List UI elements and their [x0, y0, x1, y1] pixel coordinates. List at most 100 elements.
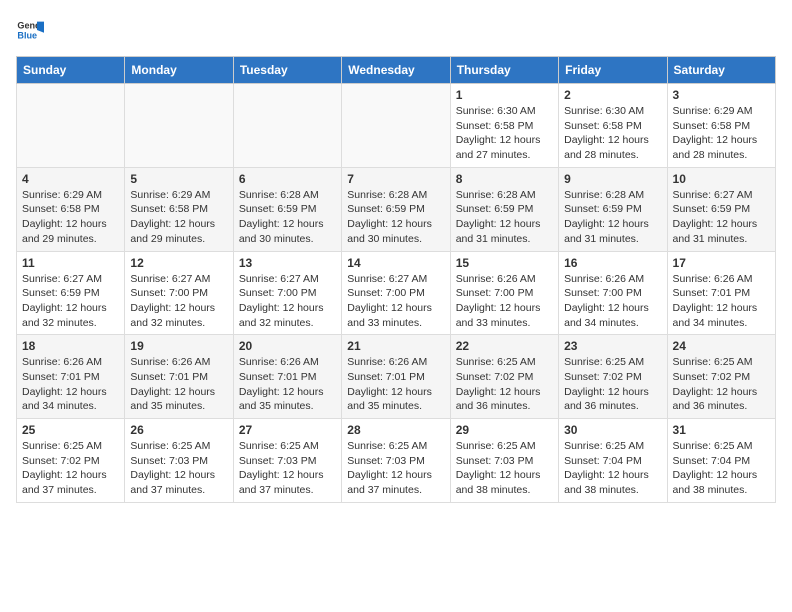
day-number: 9 [564, 172, 661, 186]
day-info: Sunrise: 6:29 AM Sunset: 6:58 PM Dayligh… [130, 188, 227, 247]
day-cell: 23Sunrise: 6:25 AM Sunset: 7:02 PM Dayli… [559, 335, 667, 419]
day-cell: 2 Sunrise: 6:30 AM Sunset: 6:58 PM Daylig… [559, 84, 667, 168]
day-number: 22 [456, 339, 553, 353]
day-cell [17, 84, 125, 168]
day-info: Sunrise: 6:26 AM Sunset: 7:00 PM Dayligh… [564, 272, 661, 331]
day-cell: 1Sunrise: 6:30 AM Sunset: 6:58 PM Daylig… [450, 84, 558, 168]
day-number: 16 [564, 256, 661, 270]
logo: General Blue [16, 16, 48, 44]
day-cell: 5 Sunrise: 6:29 AM Sunset: 6:58 PM Daylig… [125, 167, 233, 251]
weekday-header-row: SundayMondayTuesdayWednesdayThursdayFrid… [17, 57, 776, 84]
day-cell: 8 Sunrise: 6:28 AM Sunset: 6:59 PM Daylig… [450, 167, 558, 251]
day-number: 13 [239, 256, 336, 270]
day-cell [342, 84, 450, 168]
day-number: 29 [456, 423, 553, 437]
week-row-5: 25 Sunrise: 6:25 AM Sunset: 7:02 PM Dayli… [17, 419, 776, 503]
week-row-2: 4 Sunrise: 6:29 AM Sunset: 6:58 PM Daylig… [17, 167, 776, 251]
day-cell: 9Sunrise: 6:28 AM Sunset: 6:59 PM Daylig… [559, 167, 667, 251]
day-number: 24 [673, 339, 770, 353]
day-number: 25 [22, 423, 119, 437]
day-cell: 13 Sunrise: 6:27 AM Sunset: 7:00 PM Dayli… [233, 251, 341, 335]
day-cell: 14 Sunrise: 6:27 AM Sunset: 7:00 PM Dayli… [342, 251, 450, 335]
day-info: Sunrise: 6:29 AM Sunset: 6:58 PM Dayligh… [673, 104, 770, 163]
day-number: 2 [564, 88, 661, 102]
day-info: Sunrise: 6:25 AM Sunset: 7:04 PM Dayligh… [564, 439, 661, 498]
day-info: Sunrise: 6:27 AM Sunset: 7:00 PM Dayligh… [347, 272, 444, 331]
weekday-header-monday: Monday [125, 57, 233, 84]
day-cell: 20 Sunrise: 6:26 AM Sunset: 7:01 PM Dayli… [233, 335, 341, 419]
day-info: Sunrise: 6:25 AM Sunset: 7:03 PM Dayligh… [347, 439, 444, 498]
day-cell: 6 Sunrise: 6:28 AM Sunset: 6:59 PM Daylig… [233, 167, 341, 251]
day-cell: 11 Sunrise: 6:27 AM Sunset: 6:59 PM Dayli… [17, 251, 125, 335]
day-number: 6 [239, 172, 336, 186]
day-number: 12 [130, 256, 227, 270]
weekday-header-saturday: Saturday [667, 57, 775, 84]
day-cell: 25 Sunrise: 6:25 AM Sunset: 7:02 PM Dayli… [17, 419, 125, 503]
day-cell: 21 Sunrise: 6:26 AM Sunset: 7:01 PM Dayli… [342, 335, 450, 419]
day-info: Sunrise: 6:25 AM Sunset: 7:03 PM Dayligh… [130, 439, 227, 498]
day-info: Sunrise: 6:27 AM Sunset: 7:00 PM Dayligh… [239, 272, 336, 331]
week-row-3: 11 Sunrise: 6:27 AM Sunset: 6:59 PM Dayli… [17, 251, 776, 335]
day-number: 17 [673, 256, 770, 270]
day-cell: 16 Sunrise: 6:26 AM Sunset: 7:00 PM Dayli… [559, 251, 667, 335]
day-number: 27 [239, 423, 336, 437]
weekday-header-friday: Friday [559, 57, 667, 84]
day-info: Sunrise: 6:26 AM Sunset: 7:01 PM Dayligh… [22, 355, 119, 414]
day-info: Sunrise: 6:25 AM Sunset: 7:02 PM Dayligh… [564, 355, 661, 414]
day-info: Sunrise: 6:28 AM Sunset: 6:59 PM Dayligh… [456, 188, 553, 247]
day-info: Sunrise: 6:25 AM Sunset: 7:02 PM Dayligh… [22, 439, 119, 498]
weekday-header-tuesday: Tuesday [233, 57, 341, 84]
day-cell: 27 Sunrise: 6:25 AM Sunset: 7:03 PM Dayli… [233, 419, 341, 503]
day-cell: 4 Sunrise: 6:29 AM Sunset: 6:58 PM Daylig… [17, 167, 125, 251]
day-number: 18 [22, 339, 119, 353]
day-cell: 19Sunrise: 6:26 AM Sunset: 7:01 PM Dayli… [125, 335, 233, 419]
day-info: Sunrise: 6:26 AM Sunset: 7:01 PM Dayligh… [347, 355, 444, 414]
day-number: 19 [130, 339, 227, 353]
day-info: Sunrise: 6:25 AM Sunset: 7:03 PM Dayligh… [239, 439, 336, 498]
day-number: 20 [239, 339, 336, 353]
day-number: 14 [347, 256, 444, 270]
day-number: 31 [673, 423, 770, 437]
day-number: 15 [456, 256, 553, 270]
day-info: Sunrise: 6:28 AM Sunset: 6:59 PM Dayligh… [239, 188, 336, 247]
day-info: Sunrise: 6:25 AM Sunset: 7:02 PM Dayligh… [673, 355, 770, 414]
day-number: 11 [22, 256, 119, 270]
day-info: Sunrise: 6:25 AM Sunset: 7:03 PM Dayligh… [456, 439, 553, 498]
day-info: Sunrise: 6:26 AM Sunset: 7:01 PM Dayligh… [673, 272, 770, 331]
day-cell: 7Sunrise: 6:28 AM Sunset: 6:59 PM Daylig… [342, 167, 450, 251]
logo-icon: General Blue [16, 16, 44, 44]
day-number: 1 [456, 88, 553, 102]
day-cell: 22 Sunrise: 6:25 AM Sunset: 7:02 PM Dayli… [450, 335, 558, 419]
day-number: 5 [130, 172, 227, 186]
day-cell: 30 Sunrise: 6:25 AM Sunset: 7:04 PM Dayli… [559, 419, 667, 503]
day-info: Sunrise: 6:30 AM Sunset: 6:58 PM Dayligh… [564, 104, 661, 163]
day-cell: 28 Sunrise: 6:25 AM Sunset: 7:03 PM Dayli… [342, 419, 450, 503]
day-number: 3 [673, 88, 770, 102]
day-info: Sunrise: 6:28 AM Sunset: 6:59 PM Dayligh… [347, 188, 444, 247]
week-row-4: 18 Sunrise: 6:26 AM Sunset: 7:01 PM Dayli… [17, 335, 776, 419]
day-cell: 3 Sunrise: 6:29 AM Sunset: 6:58 PM Daylig… [667, 84, 775, 168]
day-cell: 12 Sunrise: 6:27 AM Sunset: 7:00 PM Dayli… [125, 251, 233, 335]
day-number: 8 [456, 172, 553, 186]
day-number: 28 [347, 423, 444, 437]
day-cell: 29 Sunrise: 6:25 AM Sunset: 7:03 PM Dayli… [450, 419, 558, 503]
day-cell [125, 84, 233, 168]
day-info: Sunrise: 6:26 AM Sunset: 7:01 PM Dayligh… [239, 355, 336, 414]
day-cell [233, 84, 341, 168]
weekday-header-wednesday: Wednesday [342, 57, 450, 84]
day-cell: 24 Sunrise: 6:25 AM Sunset: 7:02 PM Dayli… [667, 335, 775, 419]
weekday-header-sunday: Sunday [17, 57, 125, 84]
day-number: 26 [130, 423, 227, 437]
day-info: Sunrise: 6:25 AM Sunset: 7:04 PM Dayligh… [673, 439, 770, 498]
day-info: Sunrise: 6:27 AM Sunset: 7:00 PM Dayligh… [130, 272, 227, 331]
day-cell: 10Sunrise: 6:27 AM Sunset: 6:59 PM Dayli… [667, 167, 775, 251]
day-info: Sunrise: 6:27 AM Sunset: 6:59 PM Dayligh… [22, 272, 119, 331]
day-cell: 18 Sunrise: 6:26 AM Sunset: 7:01 PM Dayli… [17, 335, 125, 419]
day-info: Sunrise: 6:25 AM Sunset: 7:02 PM Dayligh… [456, 355, 553, 414]
day-number: 30 [564, 423, 661, 437]
day-info: Sunrise: 6:29 AM Sunset: 6:58 PM Dayligh… [22, 188, 119, 247]
day-number: 21 [347, 339, 444, 353]
day-cell: 31 Sunrise: 6:25 AM Sunset: 7:04 PM Dayli… [667, 419, 775, 503]
svg-text:Blue: Blue [17, 30, 37, 40]
day-number: 4 [22, 172, 119, 186]
